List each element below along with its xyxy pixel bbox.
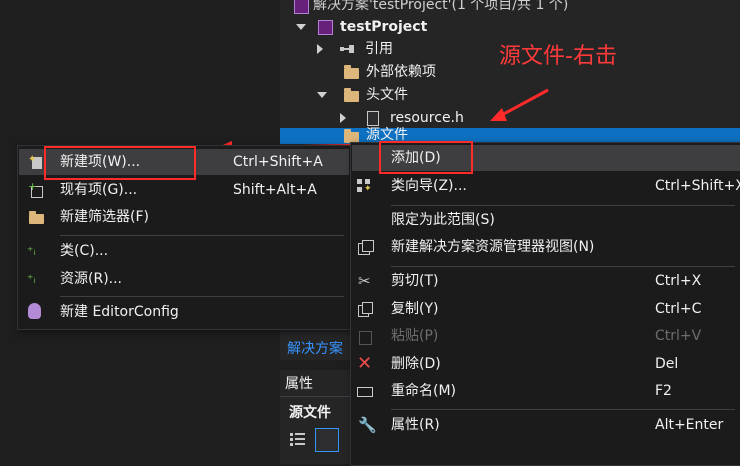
new-item-icon: ✦ — [28, 155, 44, 169]
menu-item-new-filter[interactable]: 新建筛选器(F) — [18, 204, 350, 230]
menu-item-label: 现有项(G)... — [60, 182, 138, 198]
solution-tab-label: 解决方案 — [287, 341, 343, 357]
scissors-icon: ✂ — [358, 272, 371, 290]
resource-icon: ⁺ᵢ — [27, 272, 36, 286]
project-icon — [318, 20, 333, 35]
class-wizard-icon: ✦ — [357, 179, 373, 194]
menu-item-shortcut: Ctrl+V — [655, 328, 702, 344]
menu-item-label: 新建 EditorConfig — [60, 304, 179, 320]
menu-item-shortcut: Alt+Enter — [655, 417, 724, 433]
menu-separator — [60, 296, 344, 297]
menu-item-copy[interactable]: 复制(Y) Ctrl+C — [351, 296, 740, 322]
external-deps-label: 外部依赖项 — [366, 64, 436, 80]
menu-item-properties[interactable]: 🔧 属性(R) Alt+Enter — [351, 412, 740, 438]
lightbulb-icon — [28, 303, 41, 319]
paste-icon — [359, 329, 375, 345]
menu-item-label: 资源(R)... — [60, 271, 123, 287]
menu-item-label: 新建解决方案资源管理器视图(N) — [391, 239, 595, 255]
folder-icon — [344, 65, 359, 79]
menu-item-label: 新建筛选器(F) — [60, 209, 149, 225]
menu-item-shortcut: Ctrl+Shift+A — [233, 154, 323, 170]
source-files-label: 源文件 — [366, 127, 408, 143]
menu-item-shortcut: Shift+Alt+A — [233, 182, 317, 198]
rename-icon — [357, 384, 373, 398]
categorized-icon[interactable] — [290, 432, 306, 446]
menu-item-label: 属性(R) — [391, 417, 440, 433]
new-view-icon — [358, 240, 374, 255]
menu-item-rename[interactable]: 重命名(M) F2 — [351, 378, 740, 404]
properties-panel: 属性 源文件 — [280, 370, 350, 464]
properties-subject: 源文件 — [289, 405, 331, 421]
divider — [280, 396, 350, 397]
menu-item-shortcut: F2 — [655, 383, 672, 399]
expand-right-icon[interactable] — [340, 113, 346, 123]
menu-item-label: 类向导(Z)... — [391, 178, 467, 194]
menu-item-label: 复制(Y) — [391, 301, 439, 317]
menu-item-label: 类(C)... — [60, 243, 109, 259]
menu-item-shortcut: Ctrl+X — [655, 273, 702, 289]
new-filter-icon — [29, 211, 44, 224]
menu-item-label: 剪切(T) — [391, 273, 439, 289]
menu-item-label: 添加(D) — [391, 150, 441, 166]
menu-item-cut[interactable]: ✂ 剪切(T) Ctrl+X — [351, 268, 740, 294]
delete-icon: ✕ — [357, 353, 373, 374]
wrench-icon: 🔧 — [358, 416, 377, 434]
menu-separator — [391, 205, 735, 206]
menu-item-class[interactable]: ⁺ᵢ 类(C)... — [18, 238, 350, 264]
menu-item-label: 新建项(W)... — [60, 154, 141, 170]
menu-item-existing-item[interactable]: + 现有项(G)... Shift+Alt+A — [18, 177, 350, 203]
header-files-label: 头文件 — [366, 87, 408, 103]
menu-item-label: 删除(D) — [391, 356, 441, 372]
menu-item-scope-to-this[interactable]: 限定为此范围(S) — [351, 207, 740, 233]
solution-explorer-tab[interactable]: 解决方案 — [280, 336, 350, 360]
menu-item-paste: 粘贴(P) Ctrl+V — [351, 323, 740, 349]
solution-label: 解决方案'testProject'(1 个项目/共 1 个) — [313, 0, 569, 13]
expand-down-icon[interactable] — [317, 92, 327, 98]
project-label: testProject — [340, 19, 428, 35]
class-icon: ⁺ᵢ — [27, 244, 36, 258]
folder-open-icon — [344, 88, 359, 102]
menu-item-new-editorconfig[interactable]: 新建 EditorConfig — [18, 299, 350, 325]
menu-item-label: 限定为此范围(S) — [391, 212, 495, 228]
solution-icon — [294, 0, 309, 14]
context-menu: 添加(D) ✦ 类向导(Z)... Ctrl+Shift+X 限定为此范围(S)… — [350, 142, 740, 466]
menu-item-new-explorer-view[interactable]: 新建解决方案资源管理器视图(N) — [351, 234, 740, 260]
menu-item-new-item[interactable]: ✦ 新建项(W)... Ctrl+Shift+A — [18, 149, 350, 175]
references-icon — [340, 45, 354, 53]
menu-item-shortcut: Ctrl+Shift+X — [655, 178, 740, 194]
menu-item-label: 粘贴(P) — [391, 328, 439, 344]
menu-item-label: 重命名(M) — [391, 383, 457, 399]
menu-item-add[interactable]: 添加(D) — [351, 145, 740, 171]
menu-item-class-wizard[interactable]: ✦ 类向导(Z)... Ctrl+Shift+X — [351, 173, 740, 199]
menu-item-shortcut: Del — [655, 356, 679, 372]
existing-item-icon: + — [28, 181, 44, 198]
copy-icon — [358, 302, 374, 317]
menu-separator — [391, 266, 735, 267]
menu-item-shortcut: Ctrl+C — [655, 301, 702, 317]
properties-title: 属性 — [285, 376, 313, 392]
expand-down-icon[interactable] — [296, 24, 306, 30]
menu-separator — [391, 409, 735, 410]
menu-separator — [60, 235, 344, 236]
alphabetical-icon[interactable] — [315, 428, 339, 452]
references-label: 引用 — [365, 41, 393, 57]
annotation-text: 源文件-右击 — [499, 44, 617, 69]
add-submenu: ✦ 新建项(W)... Ctrl+Shift+A + 现有项(G)... Shi… — [17, 145, 351, 330]
menu-item-delete[interactable]: ✕ 删除(D) Del — [351, 351, 740, 377]
expand-right-icon[interactable] — [317, 44, 323, 54]
menu-item-resource[interactable]: ⁺ᵢ 资源(R)... — [18, 266, 350, 292]
